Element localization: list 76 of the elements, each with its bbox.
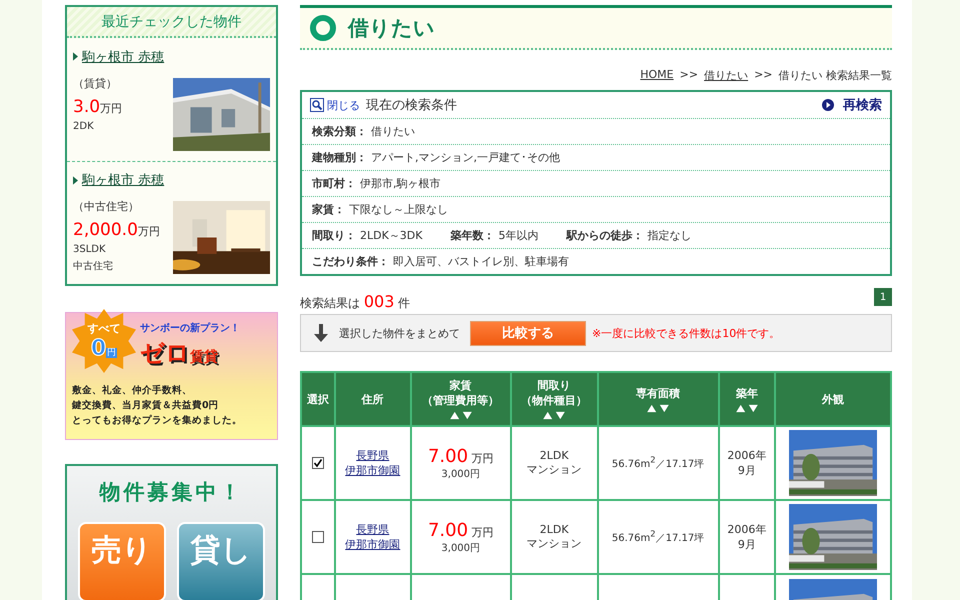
condition-value: アパート,マンション,一戸建て･その他 bbox=[371, 151, 560, 164]
condition-value: 借りたい bbox=[371, 125, 415, 138]
banner-text: 鍵交換費、当月家賃＆共益費0円 bbox=[72, 398, 220, 413]
property-type: 中古住宅 bbox=[73, 260, 114, 273]
bullet-icon bbox=[73, 176, 78, 184]
breadcrumb-link[interactable]: HOME bbox=[640, 68, 674, 83]
banner-headline: ゼロ 賃貸 bbox=[140, 338, 219, 369]
page-title: 借りたい bbox=[348, 15, 435, 42]
compare-text: 選択した物件をまとめて bbox=[339, 326, 460, 340]
property-price: 3.0万円 bbox=[73, 96, 122, 116]
layout-text: 2LDK マンション bbox=[526, 449, 583, 477]
column-header: （物件種目） bbox=[521, 393, 588, 408]
panel-title: 現在の検索条件 bbox=[366, 97, 457, 114]
layout-text: 2LDK マンション bbox=[526, 523, 583, 551]
condition-label: 駅からの徒歩： bbox=[566, 229, 644, 242]
search-icon bbox=[310, 98, 324, 112]
breadcrumb-text: >> bbox=[680, 68, 698, 83]
condition-label: 検索分類： bbox=[312, 125, 367, 138]
column-header: 間取り bbox=[538, 378, 571, 393]
down-arrow-icon bbox=[313, 324, 329, 342]
banner-tagline: サンボーの新プラン！ bbox=[140, 321, 240, 335]
management-fee: 3,000円 bbox=[440, 468, 482, 480]
close-link[interactable]: 閉じる bbox=[327, 98, 360, 112]
column-header: 家賃 bbox=[450, 378, 472, 393]
column-header: 選択 bbox=[306, 392, 329, 406]
banner-text: 敷金、礼金、仲介手数料、 bbox=[72, 384, 193, 398]
property-link[interactable]: 駒ヶ根市 赤穂 bbox=[73, 48, 164, 66]
sort-arrows-icon[interactable] bbox=[542, 411, 566, 420]
sort-arrows-icon[interactable] bbox=[734, 404, 759, 412]
condition-value: 指定なし bbox=[648, 229, 692, 242]
sort-arrows-icon[interactable] bbox=[448, 411, 473, 420]
compare-note: ※一度に比較できる件数は10件です。 bbox=[592, 326, 780, 340]
condition-label: 建物種別： bbox=[312, 151, 367, 164]
zero-yen-badge: すべて 0 円 bbox=[72, 309, 136, 373]
property-link[interactable]: 駒ヶ根市 赤穂 bbox=[73, 171, 164, 189]
condition-label: 家賃： bbox=[312, 203, 345, 216]
banner-title: 物件募集中！ bbox=[98, 479, 244, 506]
column-header: 外観 bbox=[822, 392, 844, 406]
built-date: 2006年 9月 bbox=[726, 522, 768, 552]
breadcrumb-link[interactable]: 借りたい bbox=[704, 68, 748, 83]
bullet-icon bbox=[73, 52, 78, 61]
zero-rent-banner[interactable]: すべて 0 円 サンボーの新プラン！ ゼロ 賃貸 敷金、礼金、仲介手数料、 鍵交換費、当月家賃＆共益費0円 とってもお得なプランを集めました。 bbox=[65, 312, 278, 440]
breadcrumb-text: 借りたい 検索結果一覧 bbox=[778, 68, 892, 83]
banner-text: とってもお得なプランを集めました。 bbox=[72, 414, 243, 428]
column-header: 築年 bbox=[736, 386, 758, 400]
sort-arrows-icon[interactable] bbox=[646, 404, 670, 412]
select-checkbox[interactable] bbox=[312, 457, 324, 470]
rent-price: 7.00 万円 bbox=[426, 446, 495, 466]
condition-label: 間取り： bbox=[312, 229, 356, 242]
column-header: 専有面積 bbox=[636, 386, 680, 400]
result-count: 検索結果は 003 件 bbox=[300, 292, 410, 312]
page-number[interactable]: 1 bbox=[874, 288, 892, 306]
management-fee: 3,000円 bbox=[440, 542, 482, 554]
property-layout: 3SLDK bbox=[73, 244, 107, 255]
built-date: 2006年 9月 bbox=[726, 448, 768, 478]
select-checkbox[interactable] bbox=[312, 531, 324, 544]
condition-label: 築年数： bbox=[450, 229, 494, 242]
column-header: 住所 bbox=[362, 392, 384, 406]
condition-value: 2LDK～3DK bbox=[360, 229, 422, 242]
condition-value: 即入居可、バストイレ別、駐車場有 bbox=[393, 255, 569, 268]
research-link[interactable]: 再検索 bbox=[843, 96, 882, 114]
condition-label: こだわり条件： bbox=[312, 255, 389, 268]
ring-icon bbox=[310, 15, 336, 41]
panel-title: 最近チェックした物件 bbox=[67, 7, 276, 38]
condition-value: 伊那市,駒ヶ根市 bbox=[360, 177, 440, 190]
breadcrumb-text: >> bbox=[754, 68, 772, 83]
property-category: （賃貸） bbox=[73, 76, 118, 90]
property-category: （中古住宅） bbox=[73, 199, 140, 214]
condition-value: 5年以内 bbox=[498, 229, 538, 242]
property-layout: 2DK bbox=[73, 120, 95, 132]
condition-value: 下限なし～上限なし bbox=[349, 203, 448, 216]
condition-label: 市町村： bbox=[312, 177, 356, 190]
property-price: 2,000.0万円 bbox=[73, 220, 160, 240]
column-header: （管理費用等） bbox=[422, 393, 500, 408]
rent-price: 7.00 万円 bbox=[426, 520, 495, 540]
play-icon bbox=[822, 99, 834, 111]
